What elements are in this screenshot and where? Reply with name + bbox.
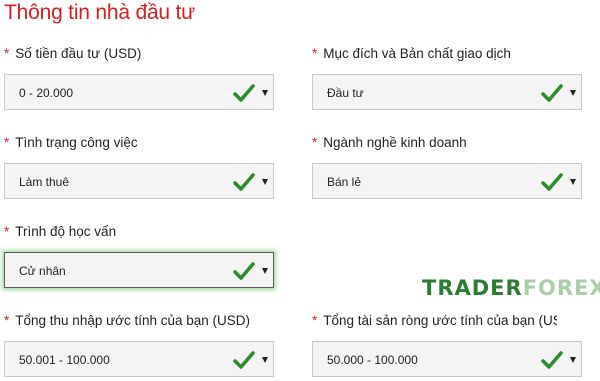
employment-value: Làm thuê [19, 175, 70, 189]
traderforex-watermark: TRADERFOREX [422, 276, 600, 300]
check-icon [233, 84, 255, 102]
chevron-down-icon [570, 357, 576, 363]
income-select[interactable]: 50.001 - 100.000 [4, 341, 274, 377]
net-worth-label: * Tổng tài sản ròng ước tính của bạn (USD… [312, 313, 557, 328]
purpose-select[interactable]: Đầu tư [312, 74, 582, 110]
chevron-down-icon [262, 268, 268, 274]
required-marker: * [312, 313, 318, 328]
chevron-down-icon [262, 179, 268, 185]
investment-amount-value: 0 - 20.000 [19, 86, 74, 100]
required-marker: * [4, 46, 10, 61]
income-label: * Tổng thu nhập ước tính của bạn (USD) [4, 313, 251, 328]
net-worth-field: * Tổng tài sản ròng ước tính của bạn (USD… [312, 312, 582, 377]
required-marker: * [4, 224, 10, 239]
industry-select[interactable]: Bán lẻ [312, 163, 582, 199]
education-field: * Trình độ học vấn Cử nhân [4, 223, 276, 288]
income-field: * Tổng thu nhập ước tính của bạn (USD) 50… [4, 312, 276, 377]
net-worth-select[interactable]: 50.000 - 100.000 [312, 341, 582, 377]
chevron-down-icon [570, 179, 576, 185]
purpose-value: Đầu tư [327, 86, 364, 100]
employment-label: * Tình trạng công việc [4, 135, 138, 150]
education-label: * Trình độ học vấn [4, 224, 117, 239]
investment-amount-select[interactable]: 0 - 20.000 [4, 74, 274, 110]
income-value: 50.001 - 100.000 [19, 353, 110, 367]
page-title: Thông tin nhà đầu tư [4, 1, 196, 24]
net-worth-value: 50.000 - 100.000 [327, 353, 418, 367]
check-icon [541, 84, 563, 102]
check-icon [541, 351, 563, 369]
check-icon [233, 351, 255, 369]
chevron-down-icon [262, 357, 268, 363]
required-marker: * [312, 46, 318, 61]
education-select[interactable]: Cử nhân [4, 252, 274, 288]
required-marker: * [4, 135, 10, 150]
industry-field: * Ngành nghề kinh doanh Bán lẻ [312, 134, 584, 199]
chevron-down-icon [262, 90, 268, 96]
industry-label: * Ngành nghề kinh doanh [312, 135, 467, 150]
investment-amount-label: * Số tiền đầu tư (USD) [4, 46, 142, 61]
check-icon [541, 173, 563, 191]
check-icon [233, 262, 255, 280]
employment-field: * Tình trạng công việc Làm thuê [4, 134, 276, 199]
required-marker: * [312, 135, 318, 150]
investment-amount-field: * Số tiền đầu tư (USD) 0 - 20.000 [4, 45, 276, 110]
industry-value: Bán lẻ [327, 175, 362, 189]
chevron-down-icon [570, 90, 576, 96]
check-icon [233, 173, 255, 191]
required-marker: * [4, 313, 10, 328]
purpose-field: * Mục đích và Bản chất giao dịch Đầu tư [312, 45, 584, 110]
education-value: Cử nhân [19, 264, 66, 278]
purpose-label: * Mục đích và Bản chất giao dịch [312, 46, 511, 61]
employment-select[interactable]: Làm thuê [4, 163, 274, 199]
